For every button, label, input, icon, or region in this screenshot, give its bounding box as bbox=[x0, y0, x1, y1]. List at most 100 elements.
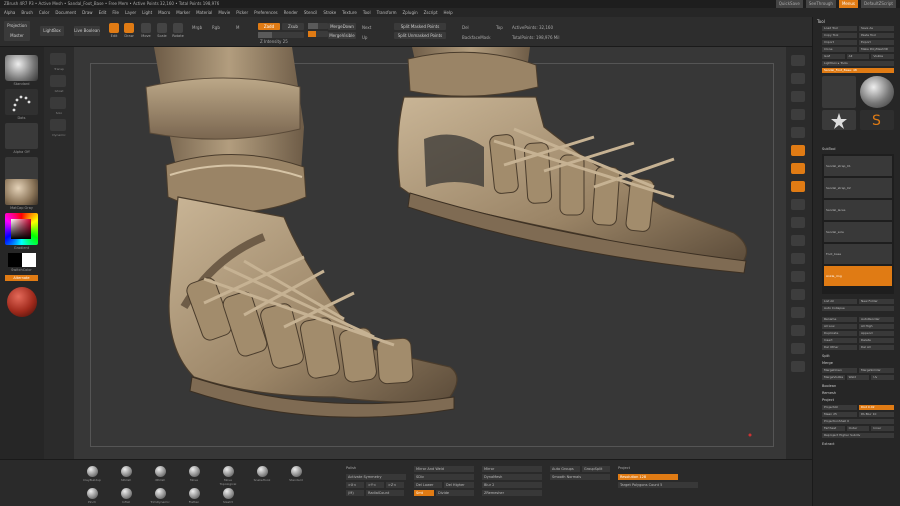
rotate-view-button[interactable] bbox=[791, 271, 805, 282]
all-high-button[interactable]: All High bbox=[859, 324, 894, 329]
menu-movie[interactable]: Movie bbox=[218, 8, 230, 17]
rename-button[interactable]: Rename bbox=[822, 317, 857, 322]
mirror-button[interactable]: Mirror bbox=[482, 466, 542, 472]
merge-section[interactable]: Merge bbox=[822, 361, 833, 365]
rgb-toggle[interactable]: Rgb bbox=[212, 25, 220, 30]
subtool-item[interactable]: Foot_base bbox=[824, 244, 892, 264]
subtool-item[interactable]: Sandal_strap_01 bbox=[824, 156, 892, 176]
all-low-button[interactable]: All Low bbox=[822, 324, 857, 329]
seethrough-button[interactable]: SeeThrough bbox=[805, 0, 836, 8]
uv-toggle[interactable]: Uv bbox=[871, 375, 895, 380]
weld-toggle[interactable]: Weld bbox=[846, 375, 870, 380]
sym-m-toggle[interactable]: (M) bbox=[346, 490, 364, 496]
goz-visible-button[interactable]: Visible bbox=[871, 54, 895, 59]
split-unmasked-button[interactable]: Split Unmasked Points bbox=[394, 32, 446, 39]
target-polygons-slider[interactable]: Target Polygons Count 5 bbox=[618, 482, 698, 488]
bpr-button[interactable] bbox=[791, 55, 805, 66]
mrgb-toggle[interactable]: Mrgb bbox=[192, 25, 202, 30]
brush-hpolish[interactable]: hPolish bbox=[116, 466, 136, 482]
extract-section[interactable]: Extract bbox=[822, 442, 835, 446]
clone-button[interactable]: Clone bbox=[822, 47, 857, 52]
brush-standard[interactable]: Standard bbox=[286, 466, 306, 482]
transp-view-button[interactable] bbox=[791, 307, 805, 318]
local-button[interactable] bbox=[791, 181, 805, 192]
dist-slider[interactable]: Dist 0.02 bbox=[859, 405, 894, 410]
scroll-button[interactable] bbox=[791, 91, 805, 102]
brush-claybuildup[interactable]: ClayBuildup bbox=[82, 466, 102, 482]
main-color-swatch[interactable] bbox=[8, 253, 22, 267]
menu-transform[interactable]: Transform bbox=[377, 8, 397, 17]
move-view-button[interactable] bbox=[791, 235, 805, 246]
delete-button[interactable]: Delete bbox=[859, 338, 894, 343]
new-folder-button[interactable]: New Folder bbox=[859, 299, 894, 304]
subtool-item[interactable]: Sandal_sole bbox=[824, 222, 892, 242]
menu-render[interactable]: Render bbox=[284, 8, 298, 17]
current-tool-slider[interactable]: Sandal_Foot_Base: 48 bbox=[822, 68, 894, 73]
merge-similar-button[interactable]: MergeSimilar bbox=[859, 368, 894, 373]
group-split-button[interactable]: GroupSplit bbox=[582, 466, 610, 472]
xpose-button[interactable] bbox=[791, 361, 805, 372]
blur-slider[interactable]: Blur 2 bbox=[482, 482, 542, 488]
copy-tool-button[interactable]: Copy Tool bbox=[822, 33, 857, 38]
menu-brush[interactable]: Brush bbox=[21, 8, 33, 17]
actual-button[interactable] bbox=[791, 127, 805, 138]
insert-button[interactable]: Insert bbox=[822, 338, 857, 343]
menu-edit[interactable]: Edit bbox=[99, 8, 107, 17]
merge-visible-button[interactable]: MergeVisible bbox=[328, 32, 356, 39]
polyf-button[interactable] bbox=[791, 289, 805, 300]
duplicate-button[interactable]: Duplicate bbox=[822, 331, 857, 336]
zoom-button[interactable] bbox=[791, 109, 805, 120]
merge-down-button[interactable]: MergeDown bbox=[328, 23, 356, 30]
sym-y-toggle[interactable]: >Y< bbox=[366, 482, 384, 488]
append-button[interactable]: Append bbox=[859, 331, 894, 336]
m-toggle[interactable]: M bbox=[236, 25, 239, 30]
split-masked-button[interactable]: Split Masked Points bbox=[394, 23, 446, 30]
floor-button[interactable] bbox=[791, 163, 805, 174]
lightbox-button[interactable]: LightBox bbox=[40, 26, 64, 36]
edit-tool-button[interactable]: Edit bbox=[108, 23, 120, 41]
menu-material[interactable]: Material bbox=[196, 8, 212, 17]
auto-groups-button[interactable]: Auto Groups bbox=[550, 466, 580, 472]
alpha-thumbnail[interactable] bbox=[5, 123, 38, 149]
zremesher-button[interactable]: ZRemesher bbox=[482, 490, 542, 496]
menu-macro[interactable]: Macro bbox=[158, 8, 170, 17]
split-section[interactable]: Split bbox=[822, 354, 830, 358]
projection-shell-slider[interactable]: ProjectionShell 0 bbox=[822, 419, 894, 424]
simplebrush-thumb[interactable] bbox=[822, 76, 856, 108]
import-button[interactable]: Import bbox=[822, 40, 857, 45]
brush-move-topological[interactable]: Move Topological bbox=[218, 466, 238, 486]
menus-button[interactable]: Menus bbox=[838, 0, 859, 8]
move-tool-button[interactable]: Move bbox=[140, 23, 152, 41]
subtool-item-selected[interactable]: Ankle_ring bbox=[824, 266, 892, 286]
mirror-and-weld-button[interactable]: Mirror And Weld bbox=[414, 466, 474, 472]
menu-picker[interactable]: Picker bbox=[236, 8, 248, 17]
list-all-button[interactable]: List All bbox=[822, 299, 857, 304]
goz-button[interactable]: GoZ bbox=[822, 54, 845, 59]
brush-move[interactable]: Move bbox=[184, 466, 204, 482]
radial-count-slider[interactable]: RadialCount bbox=[366, 490, 404, 496]
brush-thumbnail[interactable] bbox=[5, 55, 38, 81]
project-all-button[interactable]: ProjectAll bbox=[822, 405, 857, 410]
spix-button[interactable] bbox=[791, 73, 805, 84]
save-as-button[interactable]: Save As bbox=[859, 26, 894, 31]
menu-document[interactable]: Document bbox=[55, 8, 76, 17]
del-all-button[interactable]: Del All bbox=[859, 345, 894, 350]
focal-shift-slider[interactable] bbox=[308, 23, 328, 29]
pa-blur-slider[interactable]: PA Blur 10 bbox=[859, 412, 894, 417]
draw-size-slider[interactable] bbox=[308, 31, 328, 37]
up-button[interactable]: Up bbox=[362, 35, 367, 40]
color-picker[interactable] bbox=[5, 213, 38, 245]
solo-button[interactable] bbox=[50, 97, 66, 109]
activate-symmetry-button[interactable]: Activate Symmetry bbox=[346, 474, 406, 480]
boolean-section[interactable]: Boolean bbox=[822, 384, 836, 388]
ghost-button[interactable] bbox=[50, 75, 66, 87]
dynamesh-button[interactable]: DynaMesh bbox=[482, 474, 542, 480]
menu-zplugin[interactable]: Zplugin bbox=[403, 8, 418, 17]
resolution-slider[interactable]: Resolution 128 bbox=[618, 474, 678, 480]
remesh-section[interactable]: Remesh bbox=[822, 391, 836, 395]
canvas-viewport[interactable] bbox=[74, 47, 786, 459]
menu-help[interactable]: Help bbox=[444, 8, 453, 17]
top-button[interactable]: Top bbox=[496, 25, 503, 30]
sym-x-toggle[interactable]: >X< bbox=[346, 482, 364, 488]
transp-button[interactable] bbox=[50, 53, 66, 65]
